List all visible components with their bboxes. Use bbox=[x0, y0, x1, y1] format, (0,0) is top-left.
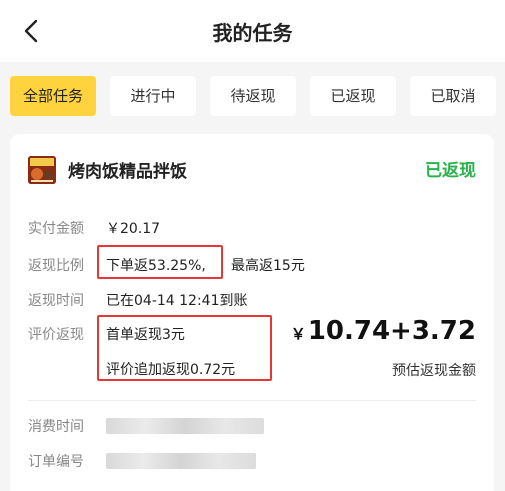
cashback-amount-value: 10.74+3.72 bbox=[307, 316, 476, 346]
cashback-amount: ￥10.74+3.72 bbox=[291, 316, 476, 346]
review-first-order: 首单返现3元 bbox=[106, 327, 185, 343]
shop-name: 烤肉饭精品拌饭 bbox=[68, 162, 187, 182]
tab-cashed-back[interactable]: 已返现 bbox=[310, 76, 396, 116]
currency-symbol: ￥ bbox=[290, 325, 306, 343]
page-title: 我的任务 bbox=[212, 21, 293, 45]
order-number-label: 订单编号 bbox=[28, 454, 84, 470]
shop-thumbnail bbox=[28, 156, 56, 184]
paid-amount-label: 实付金额 bbox=[28, 221, 84, 237]
filter-tabs: 全部任务 进行中 待返现 已返现 已取消 bbox=[0, 62, 505, 134]
top-bar: 我的任务 bbox=[0, 0, 505, 62]
order-number-redacted bbox=[106, 453, 256, 469]
tab-pending-cashback[interactable]: 待返现 bbox=[210, 76, 296, 116]
order-card[interactable]: 烤肉饭精品拌饭 已返现 实付金额 ￥20.17 返现比例 下单返53.25%, … bbox=[10, 134, 494, 491]
tab-all[interactable]: 全部任务 bbox=[10, 76, 96, 116]
cashback-ratio-label: 返现比例 bbox=[28, 258, 84, 274]
review-extra-cashback: 评价追加返现0.72元 bbox=[106, 362, 236, 378]
paid-amount-value: ￥20.17 bbox=[106, 221, 161, 237]
status-badge: 已返现 bbox=[425, 161, 476, 181]
cashback-amount-caption: 预估返现金额 bbox=[392, 363, 476, 379]
cashback-time-value: 已在04-14 12:41到账 bbox=[106, 293, 248, 309]
consume-time-redacted bbox=[106, 418, 264, 434]
consume-time-label: 消费时间 bbox=[28, 419, 84, 435]
cashback-time-label: 返现时间 bbox=[28, 293, 84, 309]
review-cashback-label: 评价返现 bbox=[28, 327, 84, 343]
tab-in-progress[interactable]: 进行中 bbox=[110, 76, 196, 116]
cashback-max-value: 最高返15元 bbox=[231, 258, 305, 274]
cashback-ratio-value: 下单返53.25%, bbox=[106, 258, 206, 274]
tab-cancelled[interactable]: 已取消 bbox=[410, 76, 496, 116]
divider bbox=[28, 400, 476, 401]
